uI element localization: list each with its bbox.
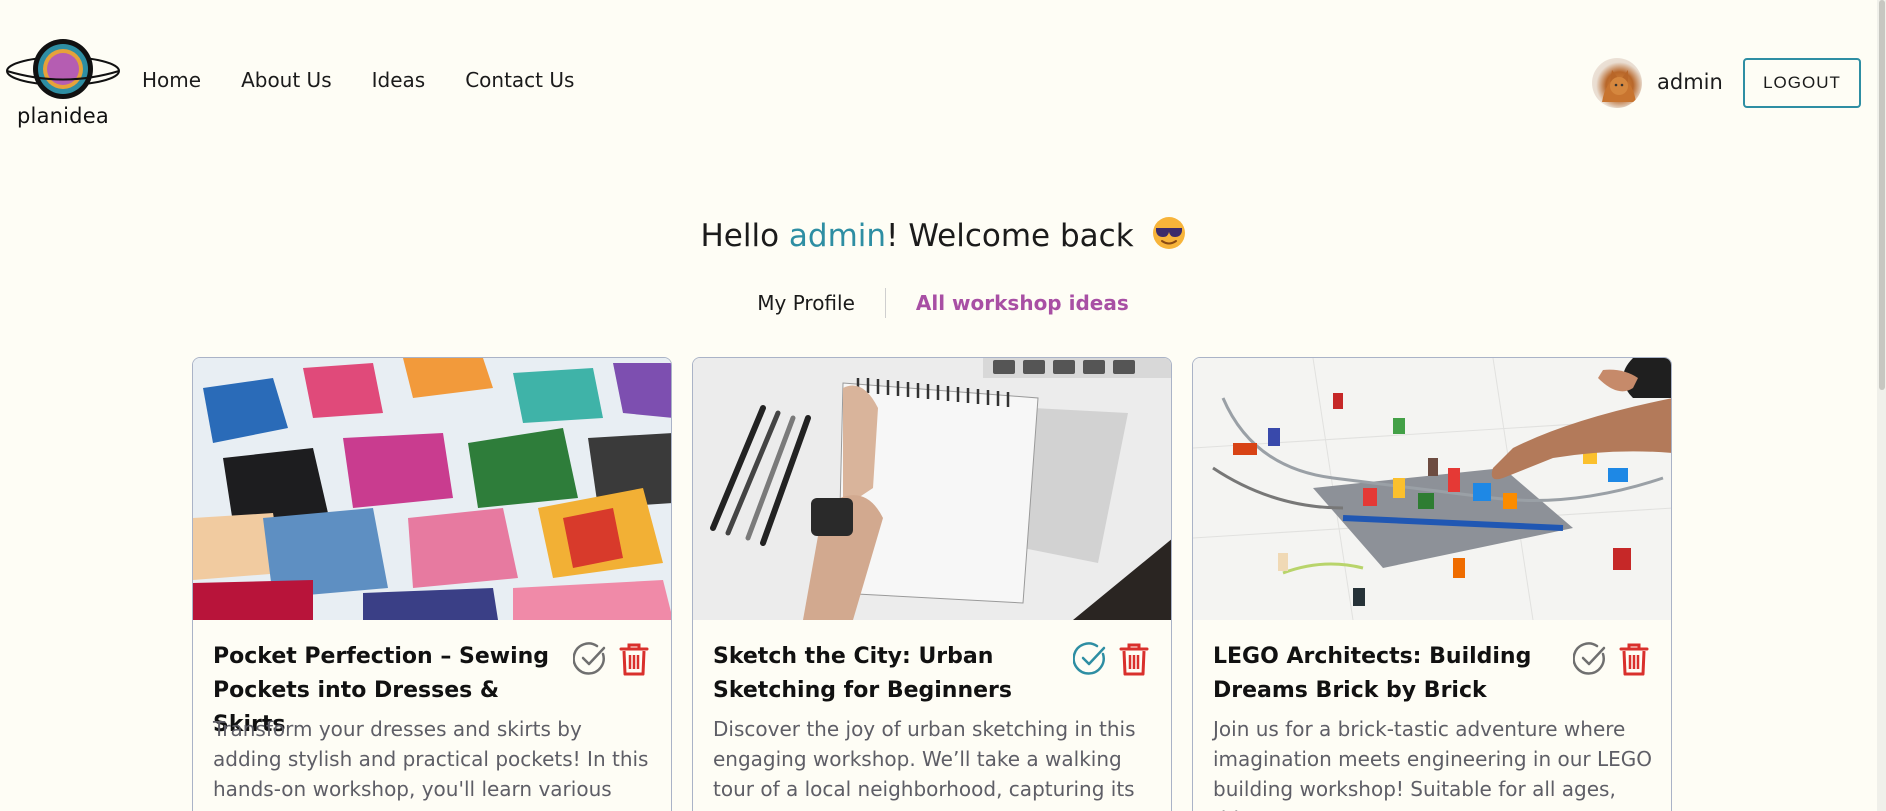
card-image-sketchbook[interactable] <box>693 358 1171 620</box>
tab-my-profile[interactable]: My Profile <box>727 291 885 315</box>
card-actions <box>1571 640 1659 678</box>
profile-tabs: My Profile All workshop ideas <box>0 288 1886 318</box>
card-description: Transform your dresses and skirts by add… <box>213 717 649 801</box>
nav-home[interactable]: Home <box>142 68 201 92</box>
avatar[interactable] <box>1592 58 1642 108</box>
idea-card[interactable]: Pocket Perfection – Sewing Pockets into … <box>192 357 672 811</box>
header: planidea Home About Us Ideas Contact Us … <box>0 0 1886 166</box>
card-title[interactable]: LEGO Architects: Building Dreams Brick b… <box>1213 640 1568 708</box>
sunglasses-emoji-icon <box>1152 216 1186 250</box>
tab-all-workshop-ideas[interactable]: All workshop ideas <box>886 291 1159 315</box>
approve-icon-button[interactable] <box>571 640 609 678</box>
logo-text: planidea <box>17 104 109 128</box>
idea-card[interactable]: LEGO Architects: Building Dreams Brick b… <box>1192 357 1672 811</box>
nav-ideas[interactable]: Ideas <box>372 68 426 92</box>
logo-planet-icon <box>6 39 120 99</box>
delete-icon-button[interactable] <box>1115 640 1153 678</box>
greeting-suffix: ! Welcome back <box>886 218 1134 254</box>
idea-card[interactable]: Sketch the City: Urban Sketching for Beg… <box>692 357 1172 811</box>
check-circle-icon <box>1073 642 1106 675</box>
trash-icon <box>1619 643 1649 676</box>
card-description: Join us for a brick-tastic adventure whe… <box>1213 717 1652 811</box>
card-actions <box>1071 640 1159 678</box>
card-actions <box>571 640 659 678</box>
check-circle-icon <box>1573 642 1606 675</box>
page: planidea Home About Us Ideas Contact Us … <box>0 0 1886 811</box>
nav-contact-us[interactable]: Contact Us <box>465 68 574 92</box>
card-image-lego-city[interactable] <box>1193 358 1671 620</box>
logout-button[interactable]: LOGOUT <box>1743 58 1861 108</box>
delete-icon-button[interactable] <box>615 640 653 678</box>
card-image-fabric-pockets[interactable] <box>193 358 671 620</box>
greeting-name: admin <box>788 218 887 254</box>
logo[interactable]: planidea <box>4 38 122 130</box>
greeting: Hello admin! Welcome back <box>0 216 1886 254</box>
card-description: Discover the joy of urban sketching in t… <box>713 717 1136 801</box>
card-title[interactable]: Sketch the City: Urban Sketching for Beg… <box>713 640 1068 708</box>
delete-icon-button[interactable] <box>1615 640 1653 678</box>
trash-icon <box>619 643 649 676</box>
approve-icon-button[interactable] <box>1571 640 1609 678</box>
username: admin <box>1657 70 1723 94</box>
check-circle-icon <box>573 642 606 675</box>
scrollbar-thumb[interactable] <box>1879 0 1885 390</box>
nav-about-us[interactable]: About Us <box>241 68 332 92</box>
cat-avatar-icon <box>1602 70 1636 102</box>
approve-icon-button[interactable] <box>1071 640 1109 678</box>
greeting-prefix: Hello <box>700 218 789 254</box>
main-nav: Home About Us Ideas Contact Us <box>142 68 574 92</box>
trash-icon <box>1119 643 1149 676</box>
